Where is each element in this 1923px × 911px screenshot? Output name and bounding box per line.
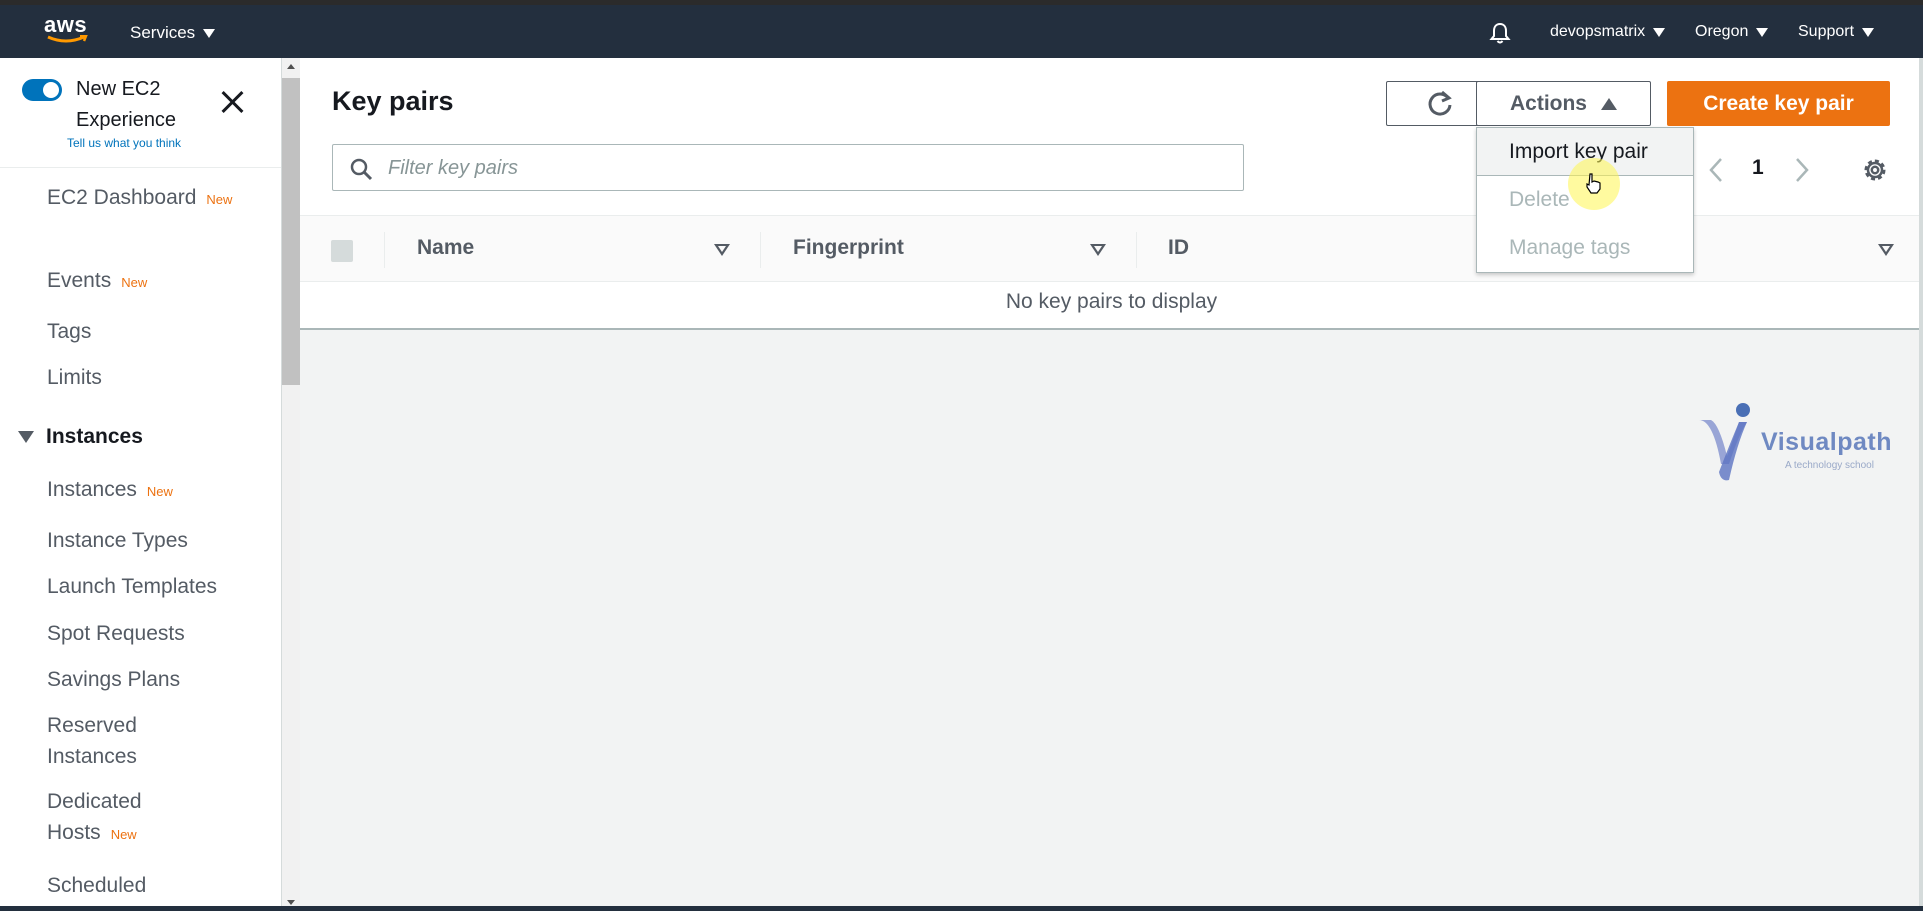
select-all-checkbox[interactable]: [331, 240, 353, 262]
hand-cursor-icon: [1586, 173, 1601, 194]
sidebar-item-label: Scheduled: [47, 874, 147, 897]
new-badge: New: [146, 484, 173, 499]
sidebar-item-instance-types[interactable]: Instance Types: [47, 525, 188, 556]
column-header-id[interactable]: ID: [1168, 236, 1189, 260]
sidebar-item-instances[interactable]: Instances New: [47, 474, 173, 507]
support-label: Support: [1798, 23, 1855, 40]
chevron-down-icon: [1756, 27, 1769, 37]
scroll-down-arrow-icon[interactable]: [287, 900, 295, 905]
services-label: Services: [130, 23, 196, 42]
visualpath-logo-icon: [1699, 403, 1750, 481]
aws-smile-icon: [47, 35, 88, 43]
region-menu[interactable]: Oregon: [1695, 23, 1769, 41]
support-menu[interactable]: Support: [1798, 23, 1875, 41]
sort-icon[interactable]: [1878, 244, 1894, 256]
sidebar-item-limits[interactable]: Limits: [47, 362, 102, 393]
sort-icon[interactable]: [1090, 244, 1106, 256]
region-label: Oregon: [1695, 23, 1749, 40]
account-menu[interactable]: devopsmatrix: [1550, 23, 1666, 41]
services-menu[interactable]: Services: [130, 23, 216, 43]
aws-logo-text: aws: [44, 12, 88, 37]
chevron-down-icon: [1653, 27, 1666, 37]
actions-label: Actions: [1509, 91, 1587, 115]
sidebar-item-savings-plans[interactable]: Savings Plans: [47, 664, 180, 695]
caret-up-icon: [1601, 97, 1617, 110]
filter-search-field[interactable]: Filter key pairs: [332, 144, 1244, 191]
sidebar: New EC2 Experience Tell us what you thin…: [0, 58, 282, 911]
sidebar-item-label: EC2 Dashboard: [47, 186, 197, 209]
sidebar-group-instances[interactable]: Instances: [18, 425, 143, 449]
sidebar-item-reserved-instances[interactable]: Reserved Instances: [47, 710, 157, 772]
column-divider: [760, 232, 761, 268]
sidebar-item-label: Limits: [47, 366, 102, 389]
chevron-left-icon[interactable]: [1708, 157, 1724, 183]
page-title: Key pairs: [332, 86, 454, 116]
window-edge: [1919, 58, 1923, 911]
sidebar-item-label: Events: [47, 269, 112, 292]
column-divider: [1136, 232, 1137, 268]
sidebar-scrollbar[interactable]: [282, 58, 300, 911]
chevron-down-icon: [203, 28, 216, 38]
sidebar-item-ec2-dashboard[interactable]: EC2 Dashboard New: [47, 182, 247, 215]
menu-item-manage-tags: Manage tags: [1509, 236, 1631, 259]
experience-title: New EC2 Experience: [76, 78, 177, 131]
bottom-edge: [0, 906, 1923, 911]
bell-icon: [1489, 22, 1511, 44]
account-label: devopsmatrix: [1550, 23, 1646, 40]
create-key-pair-button[interactable]: Create key pair: [1667, 81, 1890, 126]
new-badge: New: [121, 275, 148, 290]
sidebar-item-label: Instances: [47, 478, 137, 501]
sidebar-item-dedicated-hosts[interactable]: Dedicated Hosts New: [47, 786, 187, 850]
sidebar-item-label: Instance Types: [47, 529, 188, 552]
scroll-up-arrow-icon[interactable]: [287, 64, 295, 69]
sidebar-item-label: Savings Plans: [47, 668, 181, 691]
column-header-name[interactable]: Name: [417, 236, 474, 260]
scroll-thumb[interactable]: [282, 78, 300, 385]
top-nav-bar: aws Services devopsmatrix Oregon Support: [0, 0, 1923, 58]
caret-down-icon: [18, 431, 34, 443]
sidebar-item-label: Launch Templates: [47, 575, 218, 598]
sidebar-item-scheduled[interactable]: Scheduled: [47, 870, 146, 901]
gear-icon[interactable]: [1861, 156, 1889, 184]
watermark-brand: Visualpath: [1761, 428, 1892, 456]
sidebar-item-tags[interactable]: Tags: [47, 316, 91, 347]
column-header-fingerprint[interactable]: Fingerprint: [793, 236, 904, 260]
sidebar-item-events[interactable]: Events New: [47, 265, 147, 298]
new-experience-toggle[interactable]: [22, 79, 62, 101]
chevron-right-icon[interactable]: [1794, 157, 1810, 183]
actions-button[interactable]: Actions: [1476, 81, 1651, 126]
refresh-icon: [1428, 90, 1452, 116]
sidebar-item-launch-templates[interactable]: Launch Templates: [47, 571, 217, 602]
visualpath-watermark: Visualpath A technology school: [1695, 400, 1915, 490]
empty-table-message: No key pairs to display: [1005, 290, 1218, 313]
sidebar-item-label: Spot Requests: [47, 622, 185, 645]
actions-dropdown-menu: Import key pair Delete Manage tags: [1476, 127, 1694, 273]
sort-icon[interactable]: [714, 244, 730, 256]
menu-item-import-key-pair[interactable]: Import key pair: [1477, 128, 1693, 176]
chevron-down-icon: [1862, 27, 1875, 37]
aws-logo[interactable]: aws: [44, 12, 90, 51]
sidebar-item-label: Tags: [47, 320, 92, 343]
close-icon[interactable]: [218, 88, 246, 116]
sidebar-divider: [0, 167, 281, 168]
notifications-bell[interactable]: [1488, 21, 1512, 45]
search-placeholder: Filter key pairs: [388, 157, 519, 179]
watermark-tagline: A technology school: [1785, 460, 1874, 471]
sidebar-item-spot-requests[interactable]: Spot Requests: [47, 618, 185, 649]
page-number[interactable]: 1: [1752, 156, 1764, 180]
sidebar-item-label: Reserved Instances: [47, 714, 137, 768]
search-icon: [350, 158, 373, 181]
feedback-link[interactable]: Tell us what you think: [67, 136, 181, 150]
new-badge: New: [110, 827, 137, 842]
column-divider: [384, 232, 385, 268]
new-badge: New: [206, 192, 233, 207]
sidebar-group-label: Instances: [46, 425, 143, 448]
